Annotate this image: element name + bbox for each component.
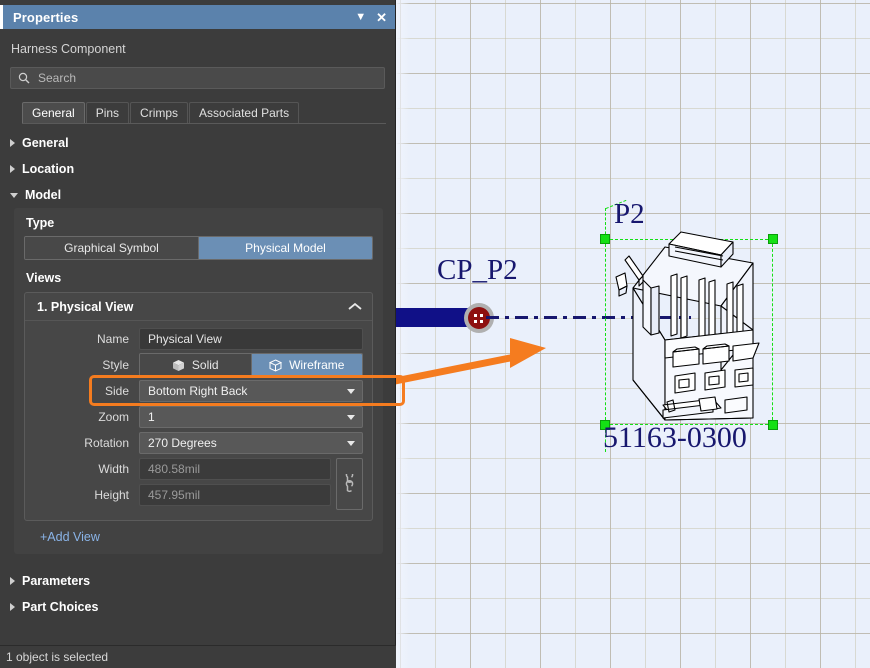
zoom-label: Zoom [98, 410, 129, 424]
application-window: P2 CP_P2 51163-0300 Properties ▼ ✕ Harne… [0, 0, 870, 668]
chevron-right-icon [10, 577, 15, 585]
chevron-right-icon [10, 603, 15, 611]
field-row-side: Side Bottom Right Back [31, 380, 363, 402]
section-general-label: General [22, 136, 69, 150]
view-card-title: 1. Physical View [37, 299, 134, 314]
field-row-height: Height [31, 484, 331, 506]
side-dropdown[interactable]: Bottom Right Back [139, 380, 363, 402]
close-icon[interactable]: ✕ [376, 11, 387, 24]
zoom-value: 1 [148, 410, 155, 424]
chevron-down-icon [347, 440, 355, 446]
section-parameters[interactable]: Parameters [0, 568, 395, 594]
name-input[interactable] [139, 328, 363, 350]
height-input[interactable] [139, 484, 331, 506]
cube-solid-icon [172, 359, 185, 372]
rotation-value: 270 Degrees [148, 436, 217, 450]
section-model-label: Model [25, 188, 62, 202]
section-location[interactable]: Location [0, 156, 395, 182]
cube-wireframe-icon [269, 358, 283, 372]
views-label: Views [26, 271, 62, 285]
field-row-rotation: Rotation 270 Degrees [31, 432, 363, 454]
side-value: Bottom Right Back [148, 384, 248, 398]
rotation-dropdown[interactable]: 270 Degrees [139, 432, 363, 454]
panel-titlebar[interactable]: Properties ▼ ✕ [0, 5, 395, 29]
width-input[interactable] [139, 458, 331, 480]
style-option-solid[interactable]: Solid [140, 354, 251, 376]
side-label: Side [104, 384, 129, 398]
section-model[interactable]: Model [0, 182, 395, 208]
properties-panel: Properties ▼ ✕ Harness Component General… [0, 0, 405, 668]
style-label: Style [102, 358, 129, 372]
panel-title: Properties [13, 9, 79, 25]
style-option-solid-label: Solid [191, 358, 219, 372]
chevron-right-icon [10, 165, 15, 173]
connector-3d-wireframe[interactable] [603, 230, 783, 430]
name-label: Name [96, 332, 129, 346]
field-row-zoom: Zoom 1 [31, 406, 363, 428]
section-general[interactable]: General [0, 130, 395, 156]
zoom-dropdown[interactable]: 1 [139, 406, 363, 428]
label-part-number[interactable]: 51163-0300 [603, 421, 747, 455]
search-icon [18, 72, 30, 84]
style-option-wireframe[interactable]: Wireframe [250, 354, 362, 376]
section-part-choices-label: Part Choices [22, 600, 99, 614]
harness-wire[interactable] [396, 308, 470, 327]
height-label: Height [94, 488, 129, 502]
tab-bar: General Pins Crimps Associated Parts [22, 102, 386, 124]
field-row-side-wrapper: Side Bottom Right Back [31, 375, 405, 406]
type-label: Type [26, 216, 55, 230]
search-input[interactable] [36, 70, 377, 86]
section-parameters-label: Parameters [22, 574, 91, 588]
add-view-link[interactable]: +Add View [24, 521, 373, 544]
style-toggle-group: Solid Wireframe [139, 353, 363, 377]
field-row-style: Style Solid Wireframe [31, 353, 363, 377]
field-row-name: Name [31, 328, 363, 350]
tab-crimps[interactable]: Crimps [130, 102, 189, 123]
chevron-up-icon[interactable] [348, 300, 362, 314]
chevron-down-icon[interactable]: ▼ [355, 11, 366, 23]
status-bar: 1 object is selected [0, 645, 396, 668]
chevron-down-icon [10, 192, 18, 198]
model-section-body: Type Graphical Symbol Physical Model Vie… [14, 208, 405, 554]
tab-associated-parts[interactable]: Associated Parts [189, 102, 300, 123]
object-type-label: Harness Component [11, 42, 126, 56]
type-option-physical-model[interactable]: Physical Model [198, 237, 372, 259]
chevron-right-icon [10, 139, 15, 147]
tab-general[interactable]: General [22, 102, 85, 123]
section-location-label: Location [22, 162, 75, 176]
width-label: Width [98, 462, 129, 476]
link-chain-icon[interactable] [336, 458, 363, 510]
canvas-left-edge-shade [396, 0, 410, 668]
search-field[interactable] [10, 67, 385, 89]
style-option-wireframe-label: Wireframe [289, 358, 345, 372]
type-option-graphical-symbol[interactable]: Graphical Symbol [25, 237, 198, 259]
tab-pins[interactable]: Pins [85, 102, 130, 123]
type-toggle-group: Graphical Symbol Physical Model [24, 236, 373, 260]
label-designator[interactable]: P2 [614, 198, 645, 231]
field-row-width: Width [31, 458, 331, 480]
view-form: Name Style [25, 321, 405, 520]
chevron-down-icon [347, 414, 355, 420]
chevron-down-icon [347, 388, 355, 394]
label-connection-point[interactable]: CP_P2 [437, 254, 518, 287]
view-card-header[interactable]: 1. Physical View [25, 293, 372, 321]
view-card: 1. Physical View Name Style [24, 292, 405, 521]
section-part-choices[interactable]: Part Choices [0, 594, 395, 620]
rotation-label: Rotation [84, 436, 129, 450]
width-height-block: Width Height [31, 458, 363, 510]
